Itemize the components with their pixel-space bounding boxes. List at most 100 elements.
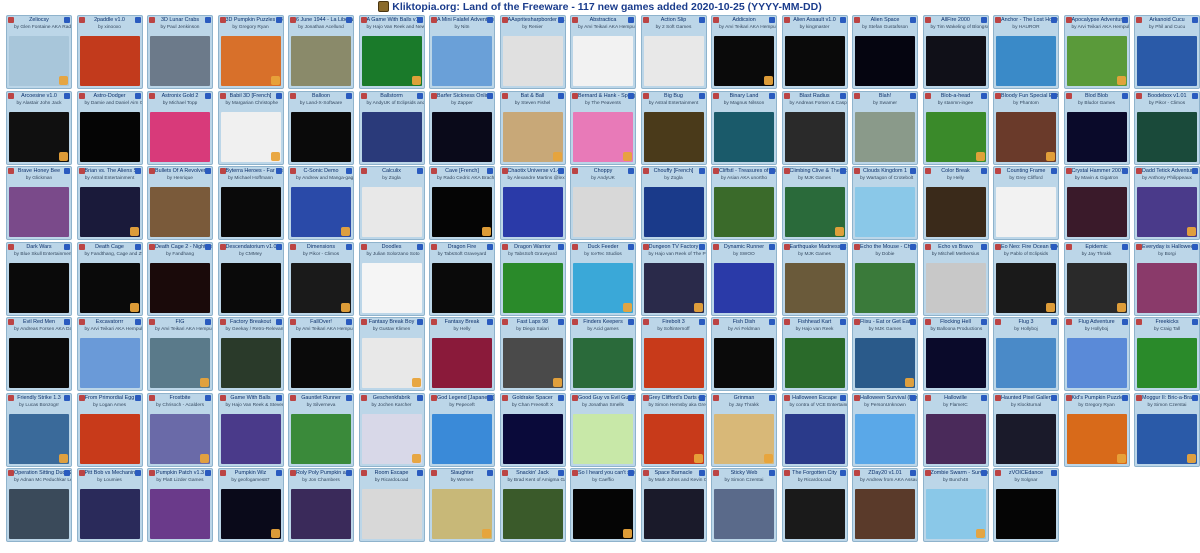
game-tile[interactable]: Goldrake Spacer by Chan Freesoft X	[499, 392, 566, 467]
game-tile[interactable]: Frostbite by Chrisoch - Acalders	[147, 392, 213, 467]
game-title[interactable]: Grey Clifford's Darts game v1.4	[642, 394, 706, 402]
game-title[interactable]: Good Guy vs Evil Guy 2	[571, 394, 635, 402]
game-title[interactable]: AllFire 2000	[924, 16, 988, 24]
game-screenshot[interactable]	[150, 36, 210, 86]
game-screenshot[interactable]	[9, 338, 69, 388]
checkbox-icon[interactable]	[134, 17, 141, 23]
checkbox-icon[interactable]	[64, 92, 70, 99]
game-screenshot[interactable]	[291, 413, 351, 464]
game-title[interactable]: Space Barnacle	[642, 469, 706, 477]
game-title[interactable]: Moggur II: Bric-a-Brac	[1135, 394, 1199, 402]
checkbox-icon[interactable]	[769, 470, 775, 476]
checkbox-icon[interactable]	[839, 17, 846, 23]
game-title[interactable]: 3D Pumpkin Puzzles 98	[219, 16, 283, 24]
game-screenshot[interactable]	[573, 413, 633, 464]
game-title[interactable]: Arcoesine v1.0	[7, 92, 71, 100]
game-tile[interactable]: Brian vs. The Aliens SE by Astral Enterta…	[76, 166, 143, 240]
game-tile[interactable]: Alien Assault v1.0 by kingmaster	[781, 15, 848, 89]
checkbox-icon[interactable]	[980, 319, 987, 325]
game-screenshot[interactable]	[9, 262, 69, 313]
game-tile[interactable]: The Forgotten City by RicardoLoad	[781, 468, 848, 542]
game-screenshot[interactable]	[784, 262, 845, 313]
checkbox-icon[interactable]	[839, 168, 846, 174]
checkbox-icon[interactable]	[1121, 319, 1128, 325]
game-tile[interactable]: Fishhead Kart by Hajo van Reek	[781, 317, 848, 391]
checkbox-icon[interactable]	[346, 168, 352, 174]
checkbox-icon[interactable]	[557, 17, 564, 23]
game-title[interactable]: Halloween Escape	[783, 394, 847, 402]
game-title[interactable]: Byterra Heroes - Far Wars	[219, 167, 283, 175]
checkbox-icon[interactable]	[698, 470, 705, 476]
game-title[interactable]: Dadd Tetick Adventure	[1135, 167, 1199, 175]
game-tile[interactable]: Addicsionby Arvi Teikari AKA Hempuli of …	[711, 15, 777, 89]
game-title[interactable]: Slaughter	[430, 469, 494, 477]
game-tile[interactable]: Grey Clifford's Darts game v1.4by Simon …	[640, 392, 707, 467]
game-tile[interactable]: Apocalypse Adventure by Arvi Teikari AKA …	[1063, 15, 1130, 89]
game-screenshot[interactable]	[220, 338, 281, 388]
checkbox-icon[interactable]	[698, 168, 705, 174]
game-title[interactable]: Astronix Gold 2	[148, 92, 212, 100]
game-title[interactable]: Bernard & Hank - Springtime Again	[571, 92, 635, 100]
game-tile[interactable]: Flixu - Eat or Get Eaten v1.0by MJK Game…	[852, 317, 918, 391]
game-tile[interactable]: Game With Ballsby Hajo Van Reek & Steven…	[217, 392, 284, 467]
game-screenshot[interactable]	[150, 489, 210, 539]
game-title[interactable]: Halloween Survival (PersonUnknown).png	[853, 394, 917, 402]
checkbox-icon[interactable]	[134, 243, 141, 250]
checkbox-icon[interactable]	[557, 243, 564, 250]
game-tile[interactable]: Everyday is Halloween by Borgi	[1134, 241, 1200, 316]
game-title[interactable]: Blob-a-head	[924, 92, 988, 100]
checkbox-icon[interactable]	[557, 394, 564, 401]
game-tile[interactable]: From Primordial Egg by Logan Ames	[76, 392, 143, 467]
game-title[interactable]: Babil 3D [French]	[219, 92, 283, 100]
game-title[interactable]: Factory Breakout	[219, 318, 283, 326]
game-screenshot[interactable]	[784, 489, 845, 539]
game-title[interactable]: Apocalypse Adventure	[1065, 16, 1129, 24]
game-tile[interactable]: Abstracticaby Arvi Teikari AKA Hempuli o…	[570, 15, 636, 89]
game-tile[interactable]: Dragon Warrior by TabsSoft Graveyard	[499, 241, 566, 316]
checkbox-icon[interactable]	[416, 470, 423, 476]
game-tile[interactable]: Roly Poly Pumpkin and the Totem of Myste…	[288, 468, 354, 542]
game-screenshot[interactable]	[996, 338, 1056, 388]
checkbox-icon[interactable]	[769, 394, 775, 401]
game-screenshot[interactable]	[996, 36, 1056, 86]
game-tile[interactable]: Dimensions by Pikor - Climos	[288, 241, 354, 316]
game-screenshot[interactable]	[291, 338, 351, 388]
checkbox-icon[interactable]	[980, 243, 987, 250]
game-title[interactable]: Cave [French]	[430, 167, 494, 175]
checkbox-icon[interactable]	[980, 470, 987, 476]
checkbox-icon[interactable]	[134, 168, 141, 174]
game-screenshot[interactable]	[714, 187, 774, 237]
checkbox-icon[interactable]	[275, 394, 282, 401]
game-tile[interactable]: Evil Red Menby Andreas Forsen AKA DaDDe …	[6, 317, 72, 391]
checkbox-icon[interactable]	[64, 394, 70, 401]
game-title[interactable]: Flug Adventure	[1065, 318, 1129, 326]
game-title[interactable]: Bloody Fun Special Edition	[994, 92, 1058, 100]
game-tile[interactable]: Sticky Web by Simon Czerstai	[711, 468, 777, 542]
checkbox-icon[interactable]	[1192, 92, 1198, 99]
game-screenshot[interactable]	[291, 36, 351, 86]
checkbox-icon[interactable]	[910, 17, 916, 23]
game-tile[interactable]: 6 June 1944 - La Liberation [French]by J…	[288, 15, 354, 89]
game-title[interactable]: Fantasy Break Boy	[360, 318, 424, 326]
game-title[interactable]: Excavatorrr	[78, 318, 142, 326]
checkbox-icon[interactable]	[980, 168, 987, 174]
game-tile[interactable]: Grinman by Jay Thrakk	[711, 392, 777, 467]
game-tile[interactable]: Bat & Ball by Steven Fishel	[499, 90, 566, 165]
game-screenshot[interactable]	[996, 187, 1056, 237]
game-tile[interactable]: Excavatorrrby Arvi Teikari AKA Hempuli o…	[76, 317, 143, 391]
game-screenshot[interactable]	[79, 413, 140, 464]
game-screenshot[interactable]	[714, 338, 774, 388]
game-title[interactable]: Fantasy Break	[430, 318, 494, 326]
game-tile[interactable]: Operation Sitting Duck 2 ABANDONEDby Adn…	[6, 468, 72, 542]
game-tile[interactable]: Friendly Strike 1.3 by Lucas Bonzogrr	[6, 392, 72, 467]
game-tile[interactable]: ZDay20 v1.01by Andrew from AKA Assault A…	[852, 468, 918, 542]
game-tile[interactable]: Counting Frame by Grey Clifford	[993, 166, 1059, 240]
game-title[interactable]: Dungeon TV Factory	[642, 243, 706, 251]
game-tile[interactable]: 3D Lunar Crabs by Paul Jenkinson	[147, 15, 213, 89]
game-title[interactable]: Epidemic	[1065, 243, 1129, 251]
game-title[interactable]: Roly Poly Pumpkin and the Totem of Myste…	[289, 469, 353, 477]
game-title[interactable]: Chaotix Universe v1.4	[501, 167, 565, 175]
game-title[interactable]: So I heard you can't see	[571, 469, 635, 477]
checkbox-icon[interactable]	[1121, 394, 1128, 401]
game-tile[interactable]: Pumpkin Patch v1.3 by Platt Lizder Games	[147, 468, 213, 542]
